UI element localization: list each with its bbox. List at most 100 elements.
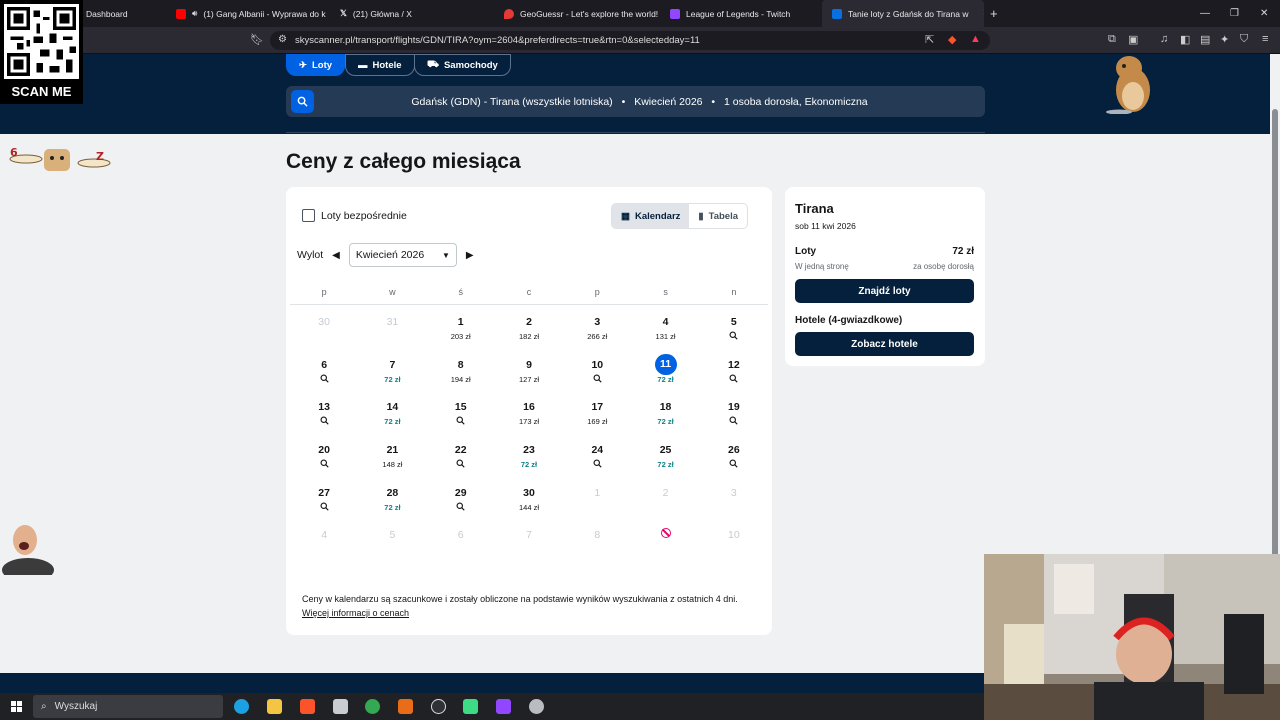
calendar-day[interactable]: 20: [290, 443, 358, 486]
see-hotels-button[interactable]: Zobacz hotele: [795, 332, 974, 356]
music-icon[interactable]: ♫: [1160, 33, 1168, 45]
windows-start-icon[interactable]: [11, 701, 22, 712]
calendar-day[interactable]: 1 203 zł: [427, 315, 495, 358]
day-price: 72 zł: [384, 502, 401, 512]
calendar-day[interactable]: 6: [290, 358, 358, 401]
nav-flights[interactable]: ✈︎ Loty: [286, 54, 346, 76]
more-info-link[interactable]: Więcej informacji o cenach: [302, 608, 409, 618]
view-table-button[interactable]: ▮ Tabela: [689, 204, 747, 228]
share-icon[interactable]: ⇱: [925, 33, 934, 46]
edge-icon[interactable]: [234, 699, 249, 714]
speaker-icon[interactable]: 🔊︎: [192, 8, 197, 19]
calendar-day[interactable]: 13: [290, 400, 358, 443]
flight-price-row: Loty 72 zł: [795, 246, 974, 257]
close-tab-icon[interactable]: ✕: [982, 8, 984, 19]
calendar-day[interactable]: 5: [700, 315, 768, 358]
calendar-day[interactable]: 22: [427, 443, 495, 486]
tab-twitch[interactable]: League of Legends - Twitch: [660, 0, 820, 27]
youtube-icon: [176, 8, 186, 19]
flights-label: Loty: [795, 246, 817, 257]
firefox-icon[interactable]: [398, 699, 413, 714]
close-window-icon[interactable]: ✕: [1260, 0, 1268, 27]
scrollbar-thumb[interactable]: [1272, 109, 1278, 599]
calendar-day[interactable]: 29: [427, 486, 495, 529]
brave-shield-icon[interactable]: ◆: [948, 33, 956, 46]
nav-hotels[interactable]: ▬ Hotele: [345, 54, 415, 76]
calendar-day[interactable]: 27: [290, 486, 358, 529]
leo-icon[interactable]: ✦: [1220, 33, 1229, 46]
calendar-day[interactable]: 12: [700, 358, 768, 401]
tab-youtube[interactable]: 🔊︎ (1) Gang Albanii - Wyprawa do k: [166, 0, 326, 27]
calendar-day[interactable]: 15: [427, 400, 495, 443]
app-icon[interactable]: [333, 699, 348, 714]
calendar-day[interactable]: 8 194 zł: [427, 358, 495, 401]
app-icon[interactable]: [496, 699, 511, 714]
menu-icon[interactable]: ≡: [1262, 33, 1268, 45]
nav-cars[interactable]: ⛟ Samochody: [414, 54, 511, 76]
calendar-day[interactable]: 14 72 zł: [358, 400, 426, 443]
direct-flights-checkbox[interactable]: Loty bezpośrednie: [302, 209, 407, 222]
minimize-icon[interactable]: —: [1200, 0, 1210, 27]
vpn-icon[interactable]: ⛉: [1240, 33, 1248, 46]
day-price: 169 zł: [587, 417, 608, 427]
search-icon: [320, 374, 329, 384]
month-dropdown[interactable]: Kwiecień 2026 ▼: [348, 243, 457, 267]
day-price: 72 zł: [520, 460, 538, 470]
weekday-divider: [290, 304, 768, 305]
calendar-day[interactable]: 17 169 zł: [563, 400, 631, 443]
day-number: 16: [523, 401, 535, 414]
find-flights-button[interactable]: Znajdź loty: [795, 279, 974, 303]
calendar-day[interactable]: 26: [700, 443, 768, 486]
calendar-day[interactable]: 18 72 zł: [631, 400, 699, 443]
site-settings-icon[interactable]: ⚙︎: [278, 34, 287, 45]
view-calendar-button[interactable]: ▦ Kalendarz: [612, 204, 690, 228]
tab-geoguessr[interactable]: GeoGuessr - Let's explore the world!: [494, 0, 658, 27]
next-month-icon[interactable]: ▶: [466, 250, 474, 261]
day-price: 72 zł: [657, 460, 674, 470]
brave-rewards-icon[interactable]: ▲: [970, 33, 981, 45]
app-icon[interactable]: [529, 699, 544, 714]
new-tab-icon[interactable]: +: [990, 6, 998, 21]
prev-month-icon[interactable]: ◀: [332, 250, 340, 261]
search-icon: [456, 502, 465, 512]
search-month: Kwiecień 2026: [634, 95, 703, 108]
calendar-day[interactable]: 9 127 zł: [495, 358, 563, 401]
checkbox-box[interactable]: [302, 209, 315, 222]
day-number: 4: [321, 529, 328, 542]
taskbar-search[interactable]: ⌕ Wyszukaj: [33, 695, 223, 718]
search-icon: [456, 459, 465, 469]
calendar-day[interactable]: 2 182 zł: [495, 315, 563, 358]
restore-icon[interactable]: ❐: [1230, 0, 1239, 27]
calendar-day[interactable]: 7 72 zł: [358, 358, 426, 401]
calendar-day[interactable]: 10: [563, 358, 631, 401]
calendar-day[interactable]: 3 266 zł: [563, 315, 631, 358]
screenshot-icon[interactable]: ▣: [1128, 33, 1138, 46]
wallet-icon[interactable]: ▤: [1200, 33, 1210, 46]
extensions-icon[interactable]: ⧉: [1108, 33, 1116, 46]
day-price: 203 zł: [450, 332, 471, 341]
brave-icon[interactable]: [300, 699, 315, 714]
calendar-day[interactable]: 16 173 zł: [495, 400, 563, 443]
calendar-day[interactable]: 30 144 zł: [495, 486, 563, 529]
calendar-day[interactable]: 19: [700, 400, 768, 443]
search-summary-bar[interactable]: Gdańsk (GDN) - Tirana (wszystkie lotnisk…: [286, 86, 985, 117]
calendar-day[interactable]: 11 72 zł: [631, 353, 699, 401]
calendar-day[interactable]: 25 72 zł: [631, 443, 699, 486]
scan-me-label: SCAN ME: [11, 84, 72, 99]
sidebar-icon[interactable]: ◧: [1180, 33, 1190, 46]
calendar-day[interactable]: 28 72 zł: [358, 486, 426, 529]
play-icon[interactable]: [463, 699, 478, 714]
calendar-day[interactable]: 23 72 zł: [495, 443, 563, 486]
calendar-day[interactable]: 21 148 zł: [358, 443, 426, 486]
bookmark-icon[interactable]: 🔖︎: [250, 33, 264, 46]
chrome-icon[interactable]: [365, 699, 380, 714]
tab-skyscanner[interactable]: Tanie loty z Gdańsk do Tirana w ✕: [822, 0, 984, 27]
file-explorer-icon[interactable]: [267, 699, 282, 714]
calendar-day[interactable]: 24: [563, 443, 631, 486]
url-field[interactable]: skyscanner.pl/transport/flights/GDN/TIRA…: [270, 31, 990, 50]
obs-icon[interactable]: [431, 699, 446, 714]
day-number: 3: [730, 486, 737, 499]
tab-x[interactable]: 𝕏 (21) Główna / X: [330, 0, 490, 27]
search-icon[interactable]: [291, 90, 314, 113]
calendar-day[interactable]: 4 131 zł: [631, 315, 699, 358]
